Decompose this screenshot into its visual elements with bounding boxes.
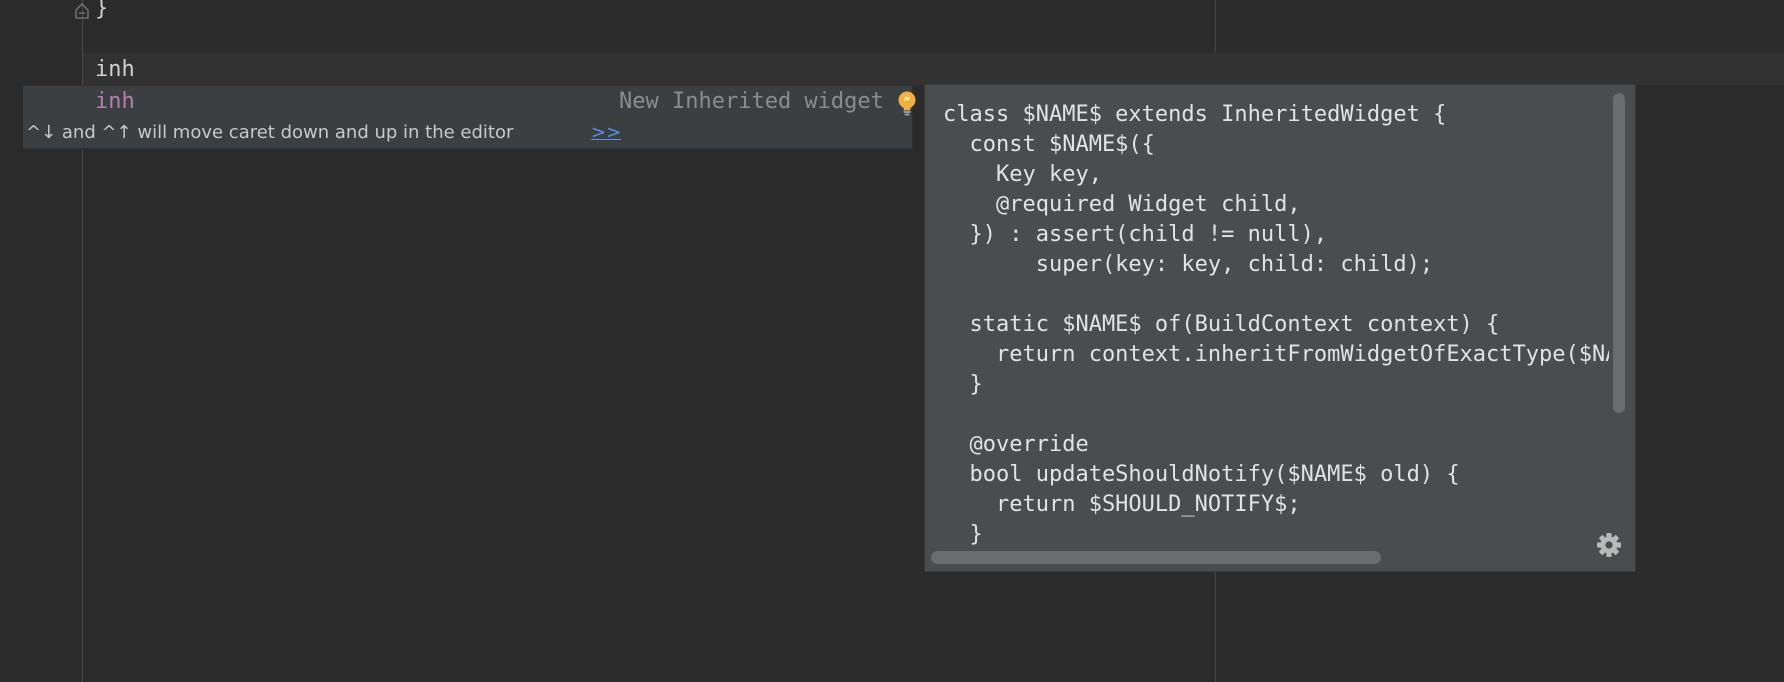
completion-popup: inh New Inherited widget ^↓ and ^↑ will … (22, 85, 916, 149)
completion-hint-bar: ^↓ and ^↑ will move caret down and up in… (23, 118, 912, 148)
vertical-scrollbar[interactable] (1613, 93, 1625, 413)
more-hint-link[interactable]: >> (591, 122, 621, 144)
fold-icon[interactable] (75, 3, 89, 19)
bulb-icon (898, 91, 916, 116)
completion-hint-text: ^↓ and ^↑ will move caret down and up in… (26, 122, 514, 143)
horizontal-scrollbar[interactable] (931, 551, 1381, 564)
completion-description: New Inherited widget (619, 89, 884, 114)
template-preview-popup: class $NAME$ extends InheritedWidget { c… (924, 84, 1636, 572)
code-line-typed-text[interactable]: inh (95, 55, 135, 85)
completion-abbreviation: inh (95, 89, 135, 114)
code-editor[interactable]: } inh inh New Inherited widget ^↓ and ^↑… (0, 0, 1784, 682)
template-code-preview: class $NAME$ extends InheritedWidget { c… (943, 102, 1609, 553)
code-line-closing-brace: } (95, 0, 109, 21)
gear-icon[interactable] (1595, 531, 1623, 559)
current-line-highlight (83, 53, 1784, 85)
completion-item-live-template[interactable]: inh New Inherited widget (23, 86, 916, 118)
